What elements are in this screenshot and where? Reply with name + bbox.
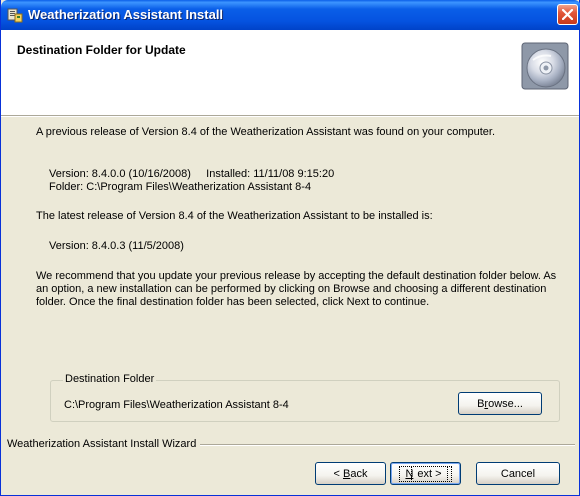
back-button[interactable]: < Back: [315, 462, 386, 485]
back-label-suffix: ack: [350, 468, 368, 480]
close-button[interactable]: [557, 4, 578, 25]
back-label-prefix: <: [333, 468, 343, 480]
recommendation-text: We recommend that you update your previo…: [36, 270, 557, 308]
wizard-name-label: Weatherization Assistant Install Wizard: [7, 438, 201, 450]
destination-path: C:\Program Files\Weatherization Assistan…: [64, 399, 289, 411]
next-label: Next >: [399, 466, 452, 482]
browse-label-suffix: owse...: [488, 398, 523, 410]
cd-disc-icon: [521, 42, 569, 90]
installer-icon: [7, 8, 23, 23]
intro-text: A previous release of Version 8.4 of the…: [36, 126, 496, 138]
installer-window: Weatherization Assistant Install Destina…: [0, 0, 580, 496]
previous-version-line: Version: 8.4.0.0 (10/16/2008) Installed:…: [49, 168, 335, 180]
browse-button[interactable]: Browse...: [458, 392, 542, 415]
close-icon: [562, 9, 573, 20]
new-version-line: Version: 8.4.0.3 (11/5/2008): [49, 240, 184, 252]
previous-folder-line: Folder: C:\Program Files\Weatherization …: [49, 181, 312, 193]
page-header: Destination Folder for Update: [1, 30, 579, 116]
page-title: Destination Folder for Update: [17, 43, 186, 57]
next-label-suffix: ext >: [411, 466, 448, 482]
destination-folder-legend: Destination Folder: [63, 373, 157, 385]
previous-release-info: Version: 8.4.0.0 (10/16/2008) Installed:…: [36, 168, 334, 194]
title-bar[interactable]: Weatherization Assistant Install: [1, 0, 580, 30]
cancel-button[interactable]: Cancel: [476, 462, 560, 485]
window-title: Weatherization Assistant Install: [28, 7, 224, 22]
next-button[interactable]: Next >: [390, 462, 461, 485]
latest-release-text: The latest release of Version 8.4 of the…: [36, 210, 433, 222]
